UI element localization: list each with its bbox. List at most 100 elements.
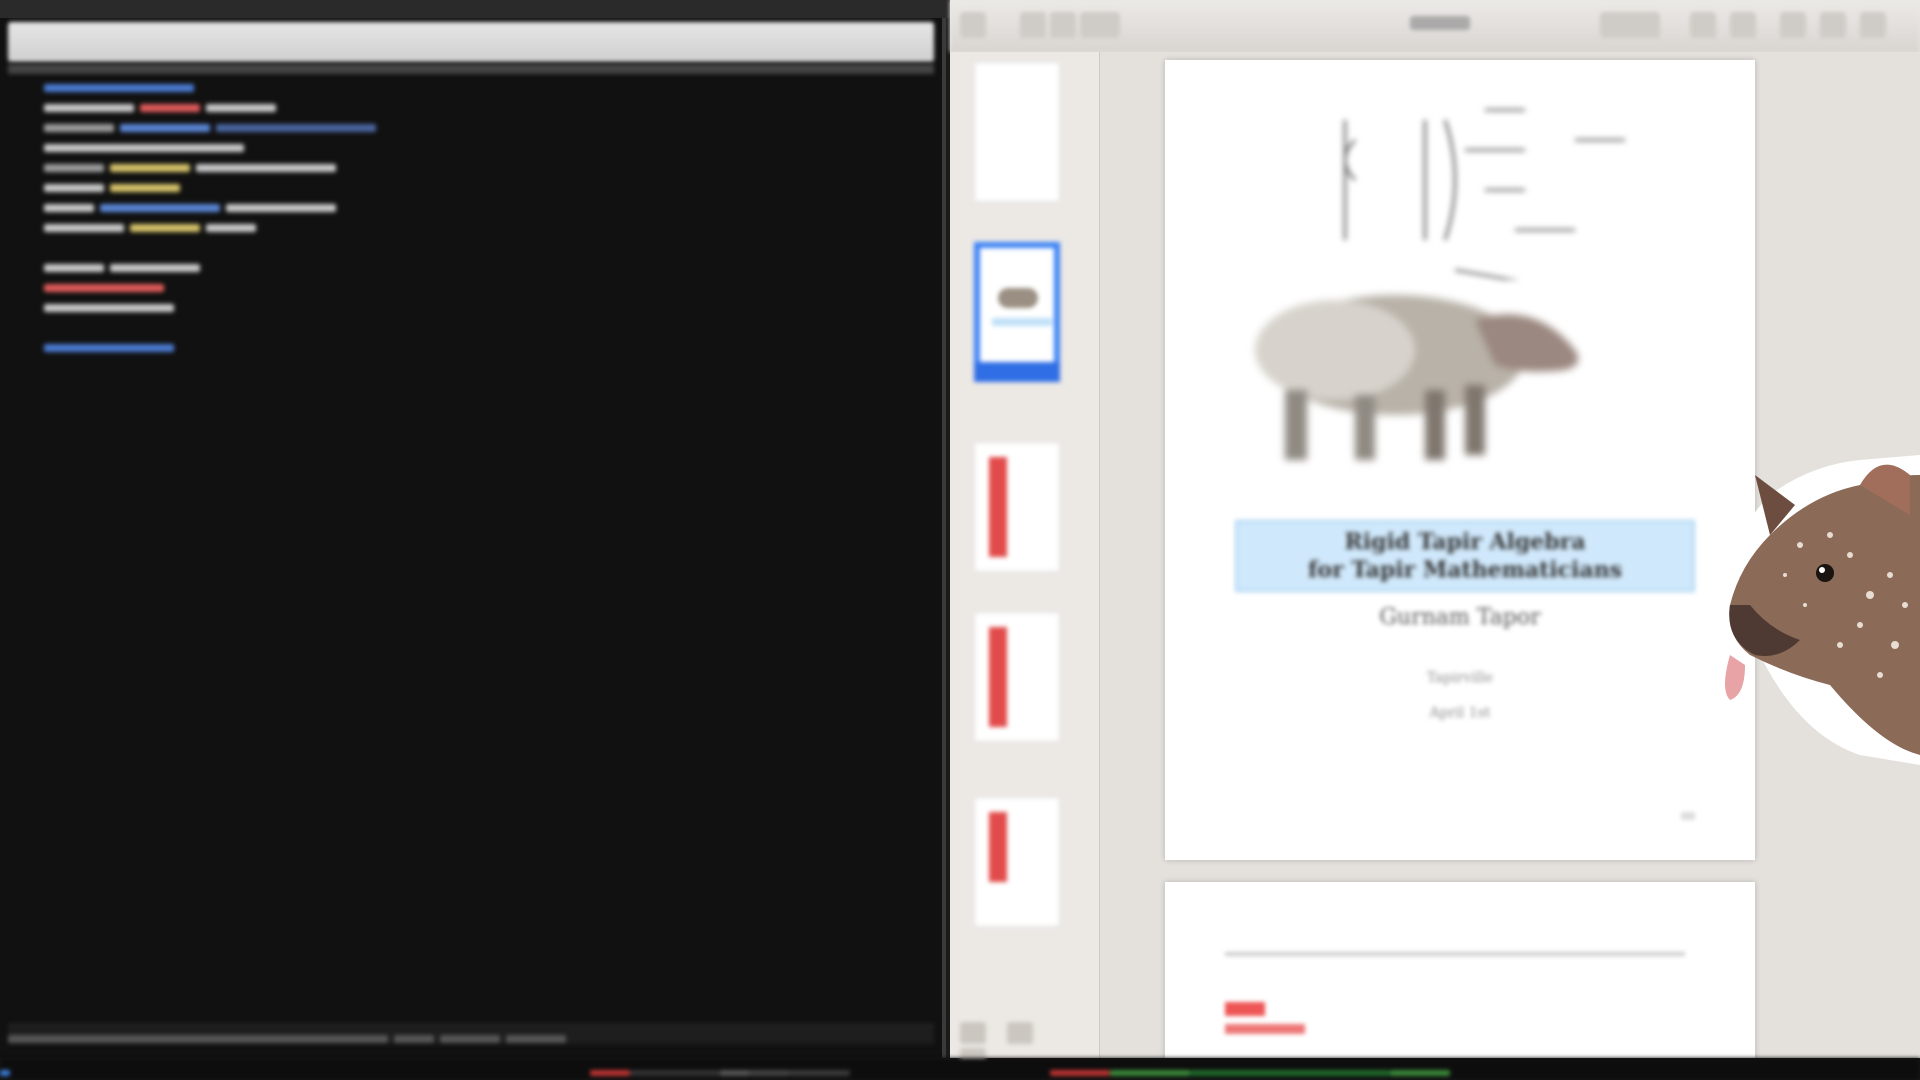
slide-subheading xyxy=(1225,1024,1305,1034)
sidebar-toggle-icon[interactable] xyxy=(960,12,986,38)
math-sketch xyxy=(1343,108,1625,280)
viewer-toolbar xyxy=(950,0,1920,52)
terminal-text xyxy=(100,203,220,212)
thumbnail-red-text xyxy=(989,627,1007,727)
terminal-text xyxy=(44,303,174,312)
page-up-button[interactable] xyxy=(1020,12,1046,38)
terminal-text xyxy=(44,183,104,192)
page-thumbnail[interactable] xyxy=(974,612,1060,742)
taskbar-item[interactable] xyxy=(10,1069,590,1076)
terminal-line xyxy=(44,118,932,138)
terminal-status-line xyxy=(8,1024,934,1044)
thumbnails-view-button[interactable] xyxy=(960,1022,986,1044)
terminal-tab-strip xyxy=(8,64,934,74)
taskbar-item[interactable] xyxy=(1190,1069,1390,1076)
taskbar-item[interactable] xyxy=(0,1069,10,1076)
tapir-drawing xyxy=(1255,295,1579,460)
terminal-output[interactable] xyxy=(44,78,932,998)
thumbnail-selection-bar xyxy=(974,362,1060,382)
page-thumbnail[interactable] xyxy=(974,442,1060,572)
terminal-text xyxy=(226,203,336,212)
terminal-line xyxy=(44,298,932,318)
pdf-page xyxy=(1165,882,1755,1058)
terminal-line xyxy=(44,278,932,298)
terminal-tab-bar[interactable] xyxy=(8,22,934,62)
thumbnail-sidebar[interactable] xyxy=(950,52,1100,1070)
terminal-text xyxy=(44,83,194,92)
taskbar-item[interactable] xyxy=(1390,1069,1450,1076)
document-title-line-2: for Tapir Mathematicians xyxy=(1307,557,1623,583)
status-text xyxy=(440,1034,500,1043)
thumbnail-tapir-image xyxy=(998,288,1038,308)
taskbar-item[interactable] xyxy=(790,1069,850,1076)
terminal-text xyxy=(216,123,376,132)
baby-tapir-sticker xyxy=(1716,455,1920,765)
taskbar-item[interactable] xyxy=(1050,1069,1110,1076)
terminal-text xyxy=(44,203,94,212)
terminal-text xyxy=(110,163,190,172)
document-title xyxy=(1410,16,1470,30)
pdf-page: Rigid Tapir Algebra for Tapir Mathematic… xyxy=(1165,60,1755,860)
minimize-icon[interactable] xyxy=(1780,12,1806,38)
page-thumbnail-selected[interactable] xyxy=(974,242,1060,382)
taskbar-item[interactable] xyxy=(630,1069,720,1076)
thumbnail-red-text xyxy=(989,812,1007,882)
search-icon[interactable] xyxy=(1690,12,1716,38)
terminal-text xyxy=(196,163,336,172)
terminal-text xyxy=(120,123,210,132)
terminal-text xyxy=(110,263,200,272)
outline-view-button[interactable] xyxy=(1007,1022,1034,1044)
terminal-line xyxy=(44,78,932,98)
maximize-icon[interactable] xyxy=(1820,12,1846,38)
terminal-text xyxy=(110,183,180,192)
terminal-text xyxy=(206,103,276,112)
author-name: Gurnam Tapor xyxy=(1379,605,1541,630)
taskbar-item[interactable] xyxy=(750,1069,790,1076)
page-number xyxy=(1681,812,1695,820)
thumbnail-red-text xyxy=(989,457,1007,557)
terminal-text xyxy=(44,123,114,132)
page-thumbnail[interactable] xyxy=(974,62,1060,202)
thumbnail-title-box xyxy=(992,318,1052,326)
terminal-text xyxy=(44,263,104,272)
page-number-field[interactable] xyxy=(1080,12,1120,38)
terminal-text xyxy=(130,223,200,232)
terminal-text xyxy=(44,223,124,232)
title-box: Rigid Tapir Algebra for Tapir Mathematic… xyxy=(1235,520,1695,592)
terminal-line xyxy=(44,198,932,218)
slide-heading xyxy=(1225,1002,1265,1016)
close-icon[interactable] xyxy=(1860,12,1886,38)
terminal-text xyxy=(140,103,200,112)
presentation-date: April 1st xyxy=(1429,705,1491,721)
terminal-text xyxy=(44,163,104,172)
terminal-line xyxy=(44,338,932,358)
terminal-line xyxy=(44,258,932,278)
document-title-line-1: Rigid Tapir Algebra xyxy=(1344,529,1586,555)
terminal-text xyxy=(44,143,244,152)
institution: Tapirville xyxy=(1426,670,1494,686)
terminal-line xyxy=(44,98,932,118)
status-text xyxy=(506,1034,566,1043)
page-thumbnail[interactable] xyxy=(974,797,1060,927)
terminal-text xyxy=(44,283,164,292)
menu-icon[interactable] xyxy=(1730,12,1756,38)
taskbar[interactable] xyxy=(0,1058,1920,1080)
status-text xyxy=(8,1034,388,1043)
taskbar-item[interactable] xyxy=(850,1069,1050,1076)
page-down-button[interactable] xyxy=(1050,12,1076,38)
terminal-line xyxy=(44,178,932,198)
top-panel xyxy=(0,0,960,18)
terminal-window[interactable] xyxy=(0,18,946,1058)
taskbar-item[interactable] xyxy=(1110,1069,1190,1076)
zoom-select[interactable] xyxy=(1600,12,1660,38)
taskbar-item[interactable] xyxy=(590,1069,630,1076)
terminal-text xyxy=(44,103,134,112)
terminal-text xyxy=(206,223,256,232)
sidebar-controls xyxy=(960,1022,1090,1070)
terminal-line xyxy=(44,158,932,178)
taskbar-item[interactable] xyxy=(720,1069,750,1076)
status-text xyxy=(394,1034,434,1043)
terminal-text xyxy=(44,343,174,352)
